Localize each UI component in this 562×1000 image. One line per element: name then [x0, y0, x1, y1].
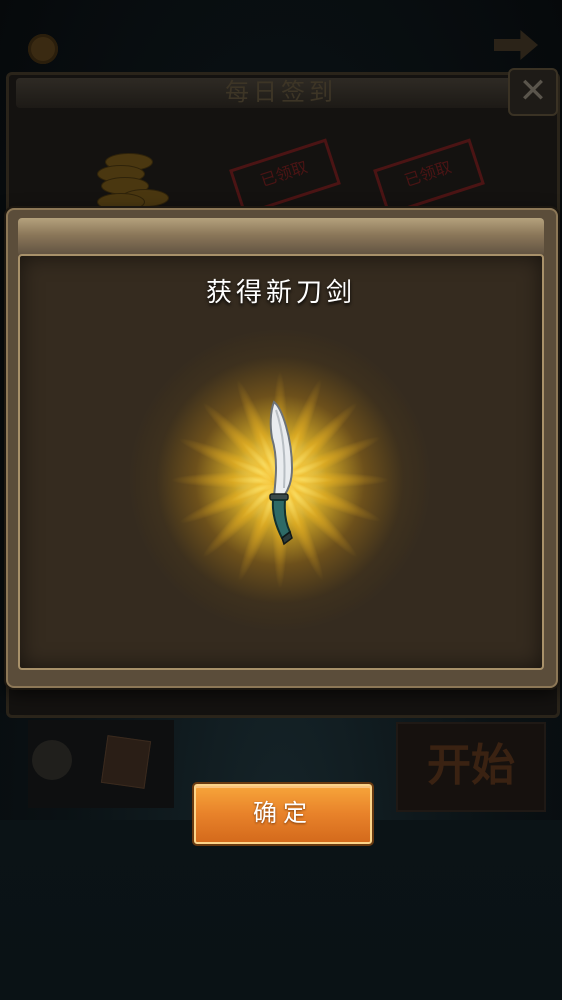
signin-reward-coins: [85, 135, 195, 215]
signin-reward-sword: 已领取: [228, 135, 341, 216]
knife-icon: [269, 400, 294, 546]
card-icon: [100, 735, 152, 789]
gold-coins-icon: [97, 153, 169, 211]
background-footer: [0, 820, 562, 1000]
confirm-button[interactable]: 确定: [194, 784, 372, 844]
popup-title: 获得新刀剑: [205, 278, 356, 308]
close-button[interactable]: ✕: [508, 68, 558, 116]
currency-icon: [28, 34, 58, 64]
daily-signin-title: 每日签到: [225, 78, 337, 106]
signin-reward-item: 已领取: [372, 135, 485, 216]
claimed-stamp: 已领取: [373, 138, 485, 216]
skull-icon: [32, 740, 72, 780]
start-button: 开始: [396, 722, 546, 812]
claimed-stamp: 已领取: [229, 138, 341, 216]
popup-banner: [18, 218, 544, 256]
